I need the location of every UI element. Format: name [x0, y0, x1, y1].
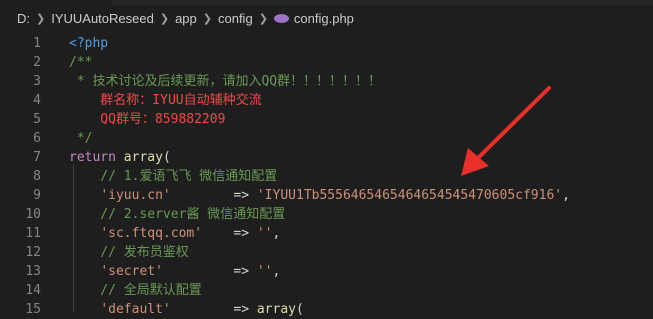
- red-arrow-annotation: [461, 86, 551, 176]
